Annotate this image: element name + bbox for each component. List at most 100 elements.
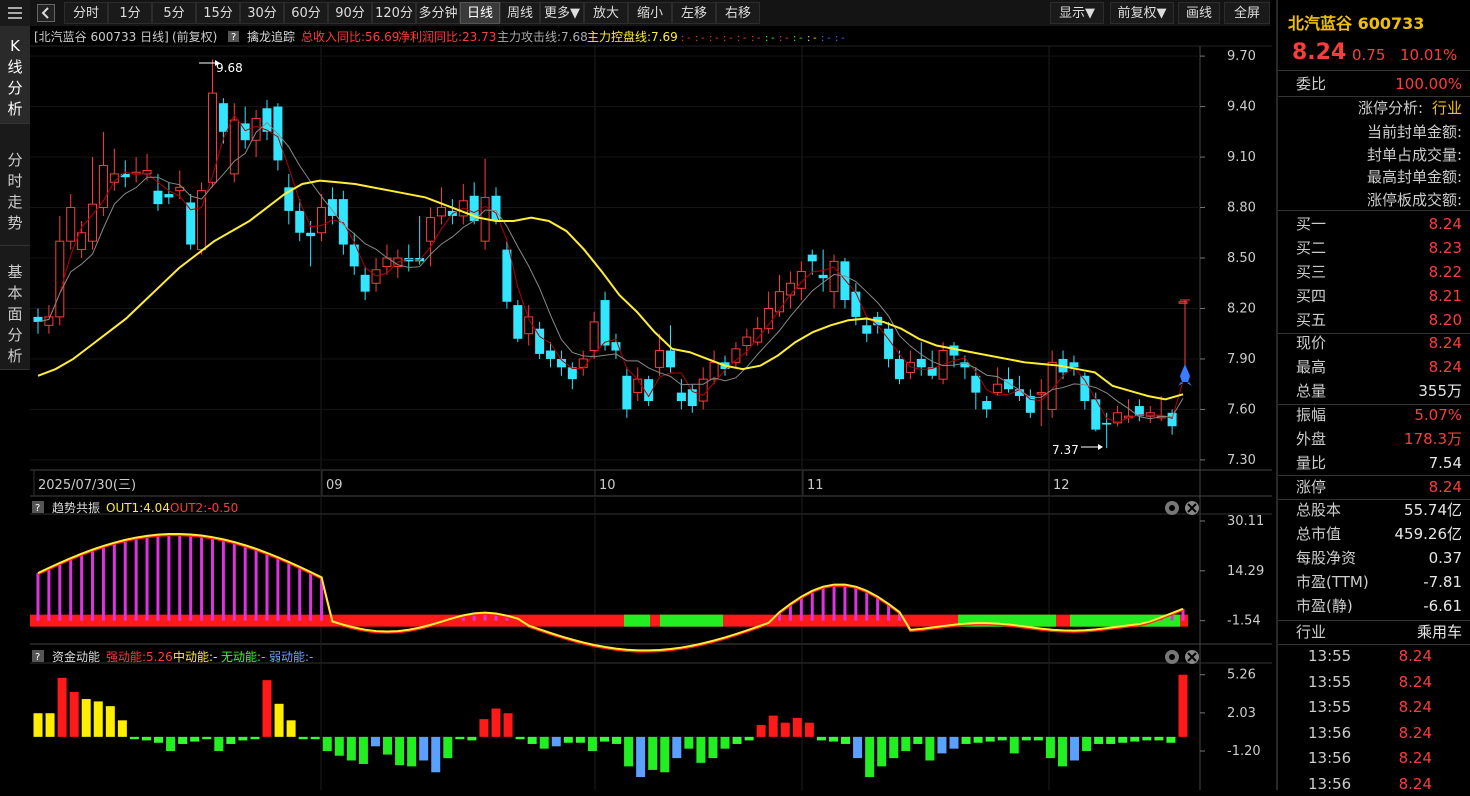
menu-icon[interactable]	[0, 0, 30, 27]
period-button-8[interactable]: 多分钟	[416, 2, 460, 24]
ind2-bar	[636, 736, 646, 778]
period-button-4[interactable]: 30分	[240, 2, 284, 24]
period-button-15[interactable]: 右移	[716, 2, 760, 24]
ind2-bar	[1130, 736, 1140, 742]
period-button-13[interactable]: 缩小	[628, 2, 672, 24]
ind2-bar	[1118, 736, 1128, 743]
weibi-label: 委比	[1296, 75, 1327, 93]
tick-row-2: 13:55 8.24	[1278, 695, 1470, 719]
ind2-bar	[141, 736, 151, 741]
stat-row-0-label: 现价	[1296, 334, 1327, 352]
stat2-row-2-label: 量比	[1296, 454, 1327, 472]
tab-fundamentals[interactable]: 基本面分析	[0, 246, 30, 370]
tick-price: 8.24	[1398, 672, 1432, 691]
ind2-bar	[997, 736, 1007, 741]
toolbar-right-button-0[interactable]: 显示▼	[1050, 2, 1104, 24]
candle-body	[66, 207, 76, 242]
period-button-10[interactable]: 周线	[500, 2, 540, 24]
toolbar-right-button-3[interactable]: 全屏	[1224, 2, 1270, 24]
fundamental-row-0-label: 总股本	[1296, 501, 1342, 519]
period-button-0[interactable]: 分时	[64, 2, 108, 24]
ind2-bar	[190, 736, 200, 742]
ind2-bar	[334, 736, 344, 756]
toolbar-right-button-2[interactable]: 画线	[1178, 2, 1220, 24]
limit-analysis-value[interactable]: 行业	[1432, 96, 1462, 120]
weibi-row: 委比 100.00%	[1278, 72, 1470, 96]
tick-row-4: 13:56 8.24	[1278, 746, 1470, 770]
bid-row-3: 买四 8.21	[1278, 284, 1470, 308]
chart-stock-title: [北汽蓝谷 600733 日线]	[34, 29, 169, 44]
candle-body	[153, 190, 163, 205]
ind2-bar	[720, 736, 730, 749]
last-price: 8.24	[1292, 40, 1347, 65]
signal-dot-9: :	[807, 33, 810, 44]
toolbar-right-button-1[interactable]: 前复权▼	[1110, 2, 1174, 24]
limit-row-1: 封单占成交量:	[1278, 143, 1470, 167]
ind2-settings-icon[interactable]	[1165, 650, 1179, 664]
ind1-tick-label: 30.11	[1227, 514, 1264, 529]
fundamental-row-3-label: 市盈(TTM)	[1296, 573, 1369, 591]
industry-value[interactable]: 乘用车	[1417, 620, 1462, 644]
signal-dot-3: :	[723, 33, 726, 44]
signal-dot-b-7: -	[785, 33, 789, 44]
ind2-bar	[1070, 736, 1080, 761]
limit-analysis-row: 涨停分析: 行业	[1278, 96, 1470, 120]
fundamental-row-1-label: 总市值	[1296, 525, 1342, 543]
indicator-tool[interactable]: 擒龙追踪	[247, 29, 295, 44]
period-button-5[interactable]: 60分	[284, 2, 328, 24]
bid-row-4-value: 8.20	[1428, 311, 1462, 329]
back-icon[interactable]	[37, 4, 55, 22]
candle-body	[567, 367, 577, 380]
ind2-bar	[358, 736, 368, 765]
candle-body	[1025, 395, 1035, 413]
ind1-settings-icon[interactable]	[1165, 501, 1179, 515]
ind2-bar	[238, 736, 248, 741]
period-button-7[interactable]: 120分	[372, 2, 416, 24]
ind2-title[interactable]: 资金动能	[52, 649, 100, 664]
ind2-bar	[804, 722, 814, 737]
ind2-close-icon[interactable]	[1185, 650, 1199, 664]
period-button-3[interactable]: 15分	[196, 2, 240, 24]
period-button-6[interactable]: 90分	[328, 2, 372, 24]
ind2-bar	[503, 713, 513, 737]
period-button-11[interactable]: 更多▼	[540, 2, 584, 24]
limit-row-label: 封单占成交量:	[1366, 145, 1462, 164]
ind2-bar	[612, 736, 622, 744]
chart-adjust-label: (前复权)	[172, 29, 217, 44]
period-button-9[interactable]: 日线	[460, 2, 500, 24]
ind2-bar	[214, 736, 224, 752]
ind2-bar	[985, 736, 995, 742]
candle-body	[295, 210, 305, 233]
stat-row-0: 现价 8.24	[1278, 331, 1470, 355]
ind2-bar	[853, 736, 863, 759]
candle-body	[491, 195, 501, 221]
tab-intraday[interactable]: 分时走势	[0, 124, 30, 246]
candle-body	[600, 300, 610, 346]
signal-dot-11: :	[835, 33, 838, 44]
candle-body	[665, 350, 675, 368]
period-button-12[interactable]: 放大	[584, 2, 628, 24]
price-tick-label: 8.50	[1227, 251, 1256, 266]
candle-body	[807, 254, 817, 262]
period-button-14[interactable]: 左移	[672, 2, 716, 24]
fundamental-row-0: 总股本 55.74亿	[1278, 498, 1470, 522]
tick-price: 8.24	[1398, 774, 1432, 793]
candle-body	[622, 375, 632, 410]
fundamental-row-2: 每股净资 0.37	[1278, 546, 1470, 570]
candle-body	[207, 92, 217, 183]
kline-chart-area[interactable]: [北汽蓝谷 600733 日线] (前复权) ? 擒龙追踪 总收入同比:56.6…	[30, 26, 1272, 790]
ind1-close-icon[interactable]	[1185, 501, 1199, 515]
signal-dot-4: :	[737, 33, 740, 44]
signal-dot-b-0: -	[687, 33, 691, 44]
period-button-1[interactable]: 1分	[108, 2, 152, 24]
limit-up-row-value: 8.24	[1428, 478, 1462, 496]
ind2-bar	[262, 680, 272, 737]
ind2-bar	[419, 736, 429, 761]
candle-body	[1145, 412, 1155, 417]
ind1-out1: OUT1:4.04	[106, 501, 170, 515]
date-label-2: 10	[599, 478, 616, 493]
date-label-3: 11	[807, 478, 824, 493]
tab-kline-analysis[interactable]: K线分析	[0, 26, 30, 124]
period-button-2[interactable]: 5分	[152, 2, 196, 24]
ind1-title[interactable]: 趋势共振	[52, 501, 100, 515]
